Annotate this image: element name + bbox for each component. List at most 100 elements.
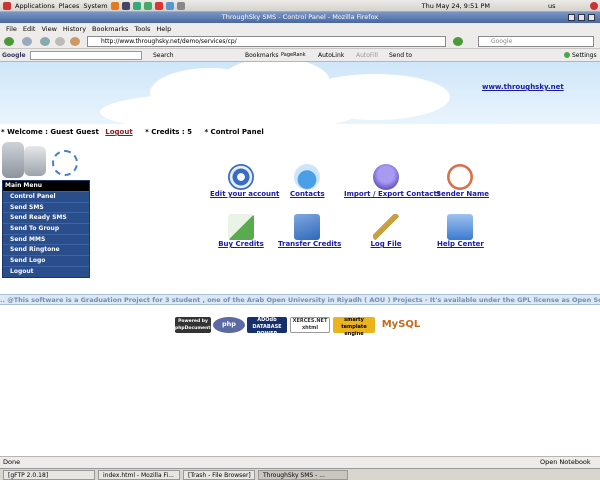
signal-icon xyxy=(52,150,78,176)
action-import-export-contacts[interactable]: Import / Export Contacts xyxy=(344,164,441,198)
send-to-button[interactable]: Send to xyxy=(389,52,412,59)
google-search-button[interactable]: Search xyxy=(153,52,174,59)
task-trash[interactable]: [Trash - File Browser] xyxy=(183,469,255,480)
action-edit-account[interactable]: Edit your account xyxy=(210,164,279,198)
action-transfer-credits[interactable]: Transfer Credits xyxy=(278,214,341,248)
maximize-icon[interactable] xyxy=(578,14,585,21)
menu-file[interactable]: File xyxy=(6,25,17,33)
google-toolbar: Google Search Bookmarks PageRank AutoLin… xyxy=(0,49,600,62)
menu-item-send-sms[interactable]: Send SMS xyxy=(3,201,89,213)
action-label[interactable]: Buy Credits xyxy=(216,240,266,248)
window-titlebar[interactable]: ThroughSky SMS - Control Panel - Mozilla… xyxy=(0,12,600,23)
keyboard-layout[interactable]: us xyxy=(548,2,556,10)
phone-icon xyxy=(2,142,24,178)
task-throughsky[interactable]: ThroughSky SMS - ... xyxy=(258,469,348,480)
go-icon[interactable] xyxy=(453,37,463,46)
action-log-file[interactable]: Log File xyxy=(370,214,402,248)
menu-item-send-ready-sms[interactable]: Send Ready SMS xyxy=(3,212,89,223)
clock-icon xyxy=(447,164,473,190)
pagerank-indicator: PageRank xyxy=(281,52,306,58)
forward-icon[interactable] xyxy=(22,37,32,46)
action-label[interactable]: Transfer Credits xyxy=(278,240,341,248)
reload-icon[interactable] xyxy=(40,37,50,46)
action-label[interactable]: Sender Name xyxy=(436,190,489,198)
applications-menu[interactable]: Applications xyxy=(15,2,55,10)
power-icon[interactable] xyxy=(590,2,598,10)
close-icon[interactable] xyxy=(588,14,595,21)
browser-menubar: File Edit View History Bookmarks Tools H… xyxy=(0,23,600,34)
menu-help[interactable]: Help xyxy=(156,25,171,33)
home-icon[interactable] xyxy=(70,37,80,46)
credits-text: * Credits : 5 xyxy=(145,128,193,136)
xhtml-badge[interactable]: XERCES.NET xhtml xyxy=(290,317,330,333)
launcher-icon[interactable] xyxy=(176,1,185,10)
launcher-icon[interactable] xyxy=(154,1,163,10)
logout-link[interactable]: Logout xyxy=(105,128,132,136)
target-icon xyxy=(228,164,254,190)
settings-icon xyxy=(564,52,570,58)
status-text: Done xyxy=(3,458,21,466)
action-label[interactable]: Help Center xyxy=(437,240,484,248)
launcher-icon[interactable] xyxy=(132,1,141,10)
menu-item-logout[interactable]: Logout xyxy=(3,265,89,277)
action-label[interactable]: Edit your account xyxy=(210,190,279,198)
url-input[interactable]: http://www.throughsky.net/demo/services/… xyxy=(87,36,446,47)
php-badge[interactable]: php xyxy=(213,317,245,333)
action-contacts[interactable]: Contacts xyxy=(290,164,325,198)
menu-item-send-logo[interactable]: Send Logo xyxy=(3,255,89,266)
menu-item-send-mms[interactable]: Send MMS xyxy=(3,233,89,245)
menu-bookmarks[interactable]: Bookmarks xyxy=(92,25,128,33)
action-sender-name[interactable]: Sender Name xyxy=(436,164,489,198)
task-gftp[interactable]: [gFTP 2.0.18] xyxy=(3,469,95,480)
task-index-html[interactable]: index.html - Mozilla Fi... xyxy=(98,469,180,480)
action-buy-credits[interactable]: Buy Credits xyxy=(216,214,266,248)
status-bar: Done Open Notebook xyxy=(0,456,600,468)
autofill-button[interactable]: AutoFill xyxy=(356,52,378,59)
phone-icon xyxy=(24,146,46,176)
stop-icon[interactable] xyxy=(55,37,65,46)
action-help-center[interactable]: Help Center xyxy=(437,214,484,248)
welcome-bar: * Welcome : Guest Guest Logout * Credits… xyxy=(1,128,264,136)
search-input[interactable]: Google xyxy=(478,36,594,47)
terminal-launcher-icon[interactable] xyxy=(121,1,130,10)
lightbulb-icon xyxy=(373,164,399,190)
menu-edit[interactable]: Edit xyxy=(23,25,36,33)
smarty-badge[interactable]: smarty template engine xyxy=(333,317,375,337)
action-label[interactable]: Log File xyxy=(370,240,402,248)
autolink-button[interactable]: AutoLink xyxy=(318,52,344,59)
header-banner xyxy=(0,62,600,132)
google-logo: Google xyxy=(2,52,26,59)
window-title: ThroughSky SMS - Control Panel - Mozilla… xyxy=(221,13,379,21)
footer-ticker: .. @This software is a Graduation Projec… xyxy=(0,294,600,305)
phpdocumentor-badge[interactable]: Powered by phpDocumentor xyxy=(175,317,216,333)
foot-icon[interactable] xyxy=(3,1,11,10)
help-icon xyxy=(447,214,473,240)
site-link[interactable]: www.throughsky.net xyxy=(482,83,564,91)
panel-clock[interactable]: Thu May 24, 9:51 PM xyxy=(422,2,490,10)
settings-button[interactable]: Settings xyxy=(572,52,597,59)
minimize-icon[interactable] xyxy=(568,14,575,21)
menu-item-control-panel[interactable]: Control Panel xyxy=(3,191,89,202)
bookmarks-button[interactable]: Bookmarks xyxy=(245,52,279,59)
places-menu[interactable]: Places xyxy=(59,2,80,10)
menu-tools[interactable]: Tools xyxy=(134,25,150,33)
back-icon[interactable] xyxy=(4,37,14,46)
menu-item-send-to-group[interactable]: Send To Group xyxy=(3,223,89,234)
menu-history[interactable]: History xyxy=(63,25,86,33)
adodb-badge[interactable]: ADOdb DATABASE POWER xyxy=(247,317,287,337)
books-icon xyxy=(294,214,320,240)
menu-item-send-ringtone[interactable]: Send Ringtone xyxy=(3,244,89,255)
mysql-logo[interactable]: MySQL xyxy=(378,317,424,333)
launcher-icon[interactable] xyxy=(143,1,152,10)
action-label[interactable]: Import / Export Contacts xyxy=(344,190,441,198)
menu-view[interactable]: View xyxy=(41,25,56,33)
google-search-field[interactable] xyxy=(30,51,142,60)
firefox-launcher-icon[interactable] xyxy=(110,1,119,10)
open-notebook-button[interactable]: Open Notebook xyxy=(540,457,591,468)
action-label[interactable]: Contacts xyxy=(290,190,325,198)
welcome-text: * Welcome : Guest Guest xyxy=(1,128,99,136)
flask-icon xyxy=(294,164,320,190)
envelope-icon xyxy=(228,214,254,240)
launcher-icon[interactable] xyxy=(165,1,174,10)
system-menu[interactable]: System xyxy=(83,2,107,10)
